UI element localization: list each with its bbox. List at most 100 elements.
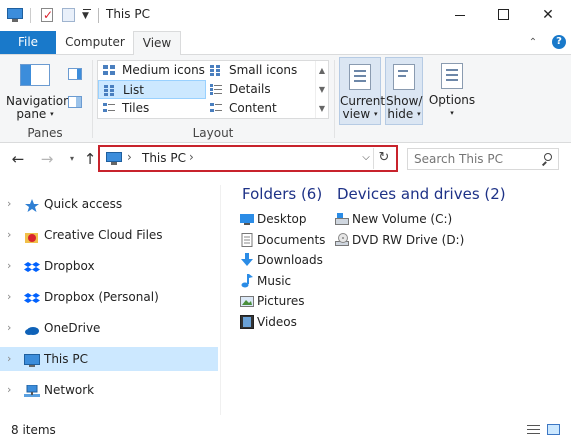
details-view-icon[interactable] <box>527 424 540 435</box>
forward-button[interactable]: → <box>39 151 55 167</box>
tab-computer[interactable]: Computer <box>59 31 131 55</box>
layout-item-label: Tiles <box>122 101 150 115</box>
nav-item-this-pc[interactable]: › This PC <box>0 347 218 371</box>
layout-item-label: List <box>123 83 144 97</box>
breadcrumb-chevron-icon[interactable]: › <box>189 150 194 164</box>
list-icon <box>104 85 116 96</box>
refresh-icon[interactable]: ↻ <box>376 150 392 166</box>
chevron-right-icon[interactable]: › <box>7 192 11 216</box>
layout-item-label: Content <box>229 101 277 115</box>
videos-folder-icon <box>240 315 254 329</box>
address-dropdown-icon[interactable]: ⌵ <box>360 151 372 165</box>
up-button[interactable]: ↑ <box>82 151 98 167</box>
tab-view[interactable]: View <box>133 31 181 56</box>
nav-item-label: Dropbox (Personal) <box>44 290 159 304</box>
layout-list[interactable]: List <box>98 80 206 99</box>
navigation-pane-button[interactable]: Navigation pane ▾ <box>6 95 71 121</box>
nav-item-label: Creative Cloud Files <box>44 228 163 242</box>
options-icon <box>441 63 463 89</box>
layout-gallery-scroller[interactable]: ▲ ▼ ▼ <box>315 61 328 118</box>
nav-item-label: This PC <box>44 352 88 366</box>
nav-item-dropbox[interactable]: › Dropbox <box>0 254 218 278</box>
scroll-up-icon[interactable]: ▲ <box>316 61 328 80</box>
drives-section-header[interactable]: Devices and drives (2) <box>337 185 506 203</box>
chevron-right-icon[interactable]: › <box>7 254 11 278</box>
expand-gallery-icon[interactable]: ▼ <box>316 99 328 118</box>
group-separator <box>92 60 93 138</box>
large-icons-view-icon[interactable] <box>547 424 560 435</box>
preview-pane-icon[interactable] <box>68 68 82 80</box>
chevron-right-icon[interactable]: › <box>7 347 11 371</box>
back-button[interactable]: ← <box>10 151 26 167</box>
scroll-down-icon[interactable]: ▼ <box>316 80 328 99</box>
breadcrumb-chevron-icon[interactable]: › <box>127 150 132 164</box>
navigation-pane: › Quick access › Creative Cloud Files › … <box>0 185 218 415</box>
downloads-folder-icon <box>240 253 254 267</box>
show-hide-button[interactable]: Show/ hide ▾ <box>385 57 423 125</box>
chevron-down-icon: ▾ <box>450 109 454 117</box>
nav-item-network[interactable]: › Network <box>0 378 218 402</box>
nav-item-dropbox-personal[interactable]: › Dropbox (Personal) <box>0 285 218 309</box>
computer-icon[interactable] <box>7 7 23 23</box>
layout-medium-icons[interactable]: Medium icons <box>98 61 206 80</box>
nav-item-label: Network <box>44 383 95 397</box>
group-separator <box>334 60 335 138</box>
minimize-icon <box>455 15 465 16</box>
network-icon <box>24 383 40 397</box>
desktop-folder-icon <box>240 212 254 226</box>
minimize-button[interactable] <box>440 0 480 30</box>
layout-group-label: Layout <box>192 126 234 140</box>
chevron-right-icon[interactable]: › <box>7 285 11 309</box>
pictures-folder-icon <box>240 294 254 308</box>
tiles-icon <box>103 103 115 114</box>
nav-item-creative-cloud[interactable]: › Creative Cloud Files <box>0 223 218 247</box>
nav-item-label: OneDrive <box>44 321 101 335</box>
creative-cloud-icon <box>24 228 40 243</box>
search-box[interactable] <box>407 148 559 170</box>
layout-small-icons[interactable]: Small icons <box>205 61 315 80</box>
status-bar <box>0 420 571 440</box>
properties-icon[interactable]: ✓ <box>39 7 55 23</box>
nav-item-label: Quick access <box>44 197 123 211</box>
layout-content[interactable]: Content <box>205 99 315 118</box>
navigation-pane-label-line2: pane <box>16 107 47 121</box>
music-folder-icon <box>240 274 254 288</box>
chevron-right-icon[interactable]: › <box>7 316 11 340</box>
close-icon: ✕ <box>542 7 554 23</box>
window-title: This PC <box>106 7 150 21</box>
details-pane-icon[interactable] <box>68 96 82 108</box>
help-icon[interactable]: ? <box>552 35 566 49</box>
navigation-pane-icon[interactable] <box>20 64 50 86</box>
drive-label: New Volume (C:) <box>352 212 453 226</box>
folder-label: Downloads <box>257 253 323 267</box>
computer-icon <box>24 352 40 367</box>
maximize-button[interactable] <box>484 0 524 30</box>
current-view-button[interactable]: Current view ▾ <box>339 57 385 125</box>
chevron-down-icon: ▾ <box>50 110 54 118</box>
nav-item-quick-access[interactable]: › Quick access <box>0 192 218 216</box>
layout-details[interactable]: Details <box>205 80 315 99</box>
folders-section-header[interactable]: Folders (6) <box>242 185 322 203</box>
show-hide-icon <box>393 64 415 90</box>
panes-group-label: Panes <box>27 126 63 140</box>
current-view-icon <box>349 64 371 90</box>
close-button[interactable]: ✕ <box>528 0 568 30</box>
breadcrumb-this-pc[interactable]: This PC <box>142 151 186 165</box>
chevron-right-icon[interactable]: › <box>7 378 11 402</box>
chevron-right-icon[interactable]: › <box>7 223 11 247</box>
recent-locations-icon[interactable]: ▾ <box>64 151 80 167</box>
search-input[interactable] <box>414 152 534 166</box>
tab-file[interactable]: File <box>0 31 56 54</box>
dvd-drive-icon <box>335 233 349 247</box>
search-icon[interactable] <box>541 153 552 166</box>
dropbox-icon <box>24 259 40 273</box>
pane-divider[interactable] <box>220 185 221 415</box>
nav-item-onedrive[interactable]: › OneDrive <box>0 316 218 340</box>
new-folder-icon[interactable] <box>61 7 77 23</box>
onedrive-icon <box>24 321 40 335</box>
options-button[interactable]: Options ▾ <box>427 57 477 125</box>
layout-tiles[interactable]: Tiles <box>98 99 206 118</box>
collapse-ribbon-icon[interactable]: ⌃ <box>527 37 539 49</box>
medium-icons-icon <box>103 65 115 76</box>
customize-toolbar-dropdown-icon[interactable]: ▼ <box>82 8 92 22</box>
